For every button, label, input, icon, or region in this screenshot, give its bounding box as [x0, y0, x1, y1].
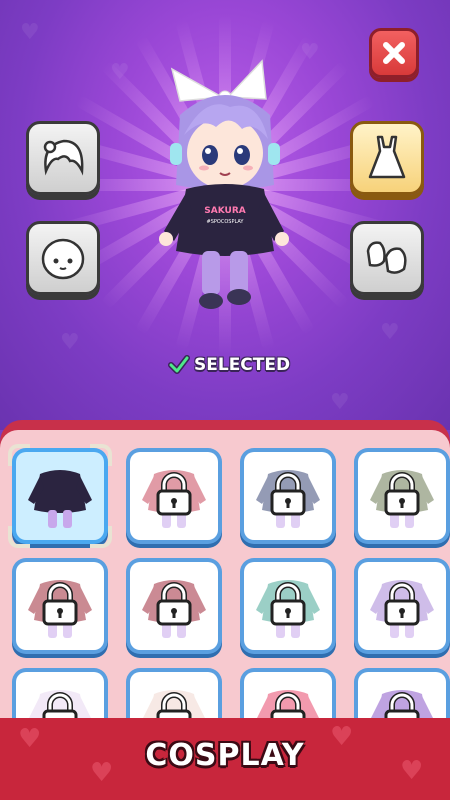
outfit-card[interactable] [8, 444, 112, 548]
bg-heart: ♥ [380, 320, 400, 345]
selection-corner [8, 444, 30, 466]
selection-corner [8, 526, 30, 548]
bg-heart: ♥ [60, 330, 80, 355]
outfit-thumbnail [130, 562, 218, 650]
lock-icon [156, 472, 192, 516]
hair-icon [43, 139, 84, 176]
lock-icon [156, 582, 192, 626]
outfit-card[interactable] [126, 558, 222, 654]
shoes-icon [366, 241, 407, 274]
checkmark-icon [168, 355, 190, 374]
outfit-thumbnail [130, 452, 218, 540]
selected-status: SELECTED [168, 351, 290, 379]
selected-label: SELECTED [194, 355, 291, 375]
chibi-character: SAKURA #SPOCOSPLAY [159, 59, 289, 309]
close-button[interactable] [369, 28, 419, 78]
bg-heart: ♥ [300, 40, 320, 65]
lock-icon [270, 582, 306, 626]
category-title-bar: ♥ ♥ ♥ ♥ COSPLAY [0, 718, 450, 800]
shirt-tag: #SPOCOSPLAY [207, 219, 245, 225]
outfit-thumbnail [244, 452, 332, 540]
outfit-grid [0, 430, 450, 730]
outfit-card[interactable] [354, 558, 450, 654]
lock-icon [42, 582, 78, 626]
dress-icon [368, 135, 406, 179]
outfit-card[interactable] [126, 448, 222, 544]
outfit-thumbnail [16, 562, 104, 650]
outfit-thumbnail [358, 452, 446, 540]
face-icon [41, 238, 85, 280]
outfit-thumbnail [244, 562, 332, 650]
outfit-card[interactable] [240, 558, 336, 654]
selection-corner [90, 444, 112, 466]
category-shoes-button[interactable] [350, 221, 424, 295]
bg-heart: ♥ [110, 60, 130, 85]
category-hair-button[interactable] [26, 121, 100, 195]
outfit-card[interactable] [354, 448, 450, 544]
category-face-button[interactable] [26, 221, 100, 295]
category-title: COSPLAY [145, 738, 305, 773]
outfit-card[interactable] [12, 558, 108, 654]
category-outfit-button[interactable] [350, 121, 424, 195]
lock-icon [384, 472, 420, 516]
close-icon [383, 42, 405, 64]
shirt-print: SAKURA [204, 206, 246, 216]
outfit-panel [0, 430, 450, 730]
outfit-card[interactable] [240, 448, 336, 544]
lock-icon [384, 582, 420, 626]
selection-corner [90, 526, 112, 548]
outfit-thumbnail [358, 562, 446, 650]
lock-icon [270, 472, 306, 516]
bg-heart: ♥ [20, 20, 40, 45]
bg-heart: ♥ [330, 390, 350, 415]
